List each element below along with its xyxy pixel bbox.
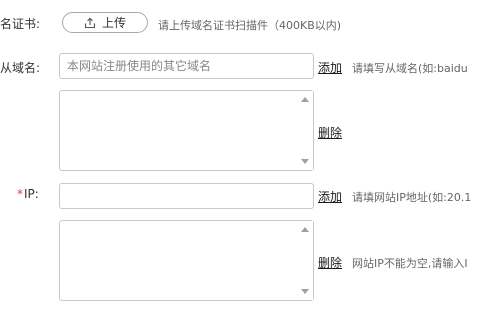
upload-button[interactable]: 上传 xyxy=(62,12,148,33)
ip-hint: 请填网站IP地址(如:20.1 xyxy=(352,191,472,204)
delete-ip-link[interactable]: 删除 xyxy=(318,254,342,271)
ip-label-text: IP: xyxy=(24,187,39,201)
domain-list-textarea[interactable] xyxy=(60,91,296,170)
domain-list-box xyxy=(59,90,314,171)
required-mark: * xyxy=(17,187,23,201)
add-domain-link[interactable]: 添加 xyxy=(318,59,342,76)
scroll-up-arrow-icon[interactable] xyxy=(301,97,309,102)
secondary-domain-hint: 请填写从域名(如:baidu xyxy=(352,62,468,75)
secondary-domain-input[interactable] xyxy=(59,53,314,79)
secondary-domain-label: 从域名: xyxy=(0,61,41,75)
certificate-hint: 请上传域名证书扫描件（400KB以内) xyxy=(158,19,342,32)
ip-list-textarea[interactable] xyxy=(60,221,296,300)
domain-list-scrollbar[interactable] xyxy=(298,91,313,170)
upload-button-label: 上传 xyxy=(101,16,126,30)
scroll-up-arrow-icon[interactable] xyxy=(301,227,309,232)
ip-delete-hint: 网站IP不能为空,请输入I xyxy=(352,257,468,270)
form-page: 名证书: 上传 请上传域名证书扫描件（400KB以内) 从域名: 添加 请填写从… xyxy=(0,0,480,320)
upload-icon xyxy=(84,17,96,28)
ip-input[interactable] xyxy=(59,183,314,209)
ip-label: *IP: xyxy=(17,187,39,201)
add-ip-link[interactable]: 添加 xyxy=(318,188,342,205)
scroll-down-arrow-icon[interactable] xyxy=(301,159,309,164)
certificate-label: 名证书: xyxy=(0,17,41,31)
ip-list-scrollbar[interactable] xyxy=(298,221,313,300)
ip-list-box xyxy=(59,220,314,301)
scroll-down-arrow-icon[interactable] xyxy=(301,289,309,294)
delete-domain-link[interactable]: 删除 xyxy=(318,124,342,141)
